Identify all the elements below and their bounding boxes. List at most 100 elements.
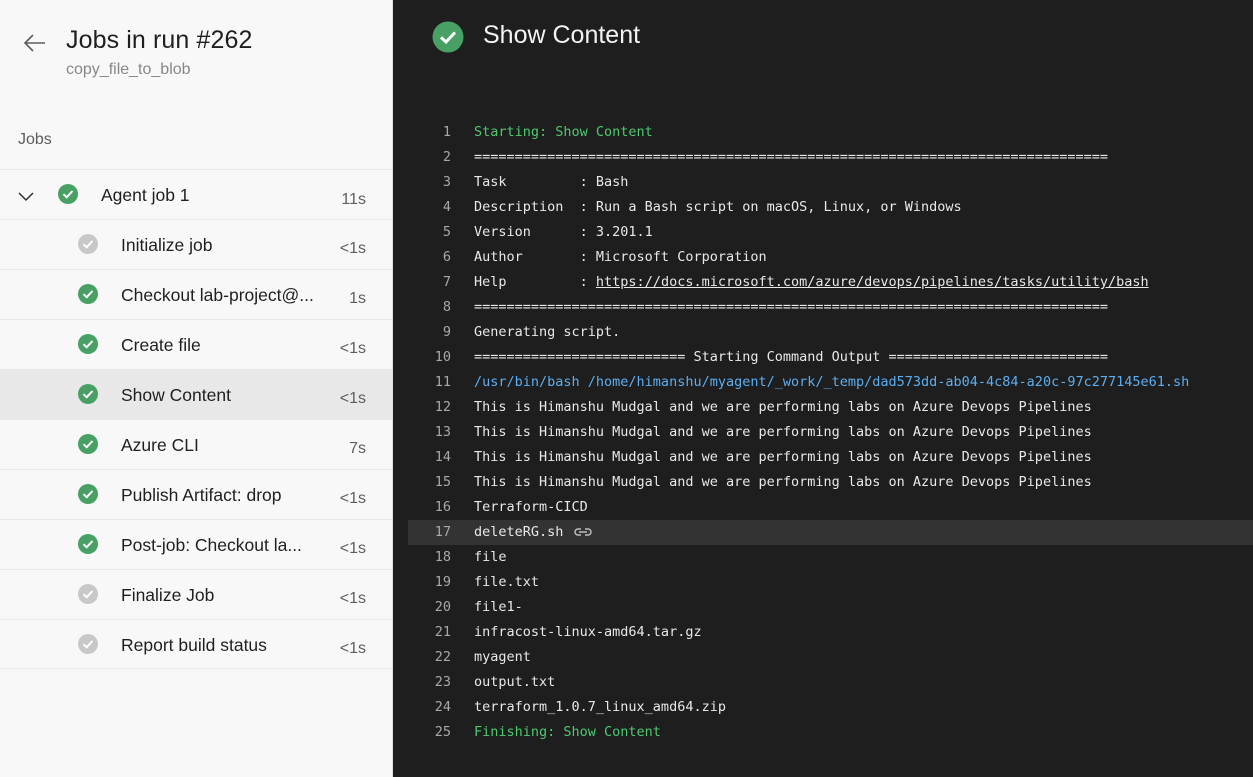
log-line: 3 Task : Bash (408, 170, 1253, 195)
page-title: Jobs in run #262 (66, 26, 253, 54)
log-text: ========================================… (474, 299, 1108, 315)
step-label: Post-job: Checkout la... (121, 535, 302, 555)
step-label: Publish Artifact: drop (121, 485, 282, 505)
log-text: Help : https://docs.microsoft.com/azure/… (474, 274, 1149, 290)
step-duration: <1s (339, 340, 366, 357)
line-number[interactable]: 18 (408, 545, 451, 570)
log-line: 1 Starting: Show Content (408, 120, 1253, 145)
step-duration: <1s (339, 240, 366, 257)
line-number[interactable]: 25 (408, 720, 451, 745)
jobs-list: Agent job 1 11s Initialize job <1s Checkou… (0, 169, 392, 669)
line-number[interactable]: 21 (408, 620, 451, 645)
line-number[interactable]: 1 (408, 120, 451, 145)
log-text: Generating script. (474, 324, 621, 340)
check-circle-icon (78, 534, 98, 554)
line-number[interactable]: 14 (408, 445, 451, 470)
check-circle-icon (78, 434, 98, 454)
step-label: Initialize job (121, 235, 213, 255)
log-text: Starting: Show Content (474, 124, 653, 140)
job-step[interactable]: Post-job: Checkout la... <1s (0, 519, 392, 569)
log-text: This is Himanshu Mudgal and we are perfo… (474, 474, 1092, 490)
job-step[interactable]: Publish Artifact: drop <1s (0, 469, 392, 519)
log-line: 7 Help : https://docs.microsoft.com/azure… (408, 270, 1253, 295)
log-line: 14 This is Himanshu Mudgal and we are per… (408, 445, 1253, 470)
step-duration: <1s (339, 390, 366, 407)
line-number[interactable]: 23 (408, 670, 451, 695)
jobs-section-label: Jobs (18, 131, 52, 148)
line-number[interactable]: 15 (408, 470, 451, 495)
line-number[interactable]: 22 (408, 645, 451, 670)
line-number[interactable]: 24 (408, 695, 451, 720)
log-text: Task : Bash (474, 174, 629, 190)
step-duration: 1s (349, 290, 366, 307)
line-number[interactable]: 16 (408, 495, 451, 520)
step-duration: <1s (339, 640, 366, 657)
jobs-panel: Jobs in run #262 copy_file_to_blob Jobs … (0, 0, 393, 777)
log-text: Version : 3.201.1 (474, 224, 653, 240)
line-number[interactable]: 4 (408, 195, 451, 220)
job-label: Agent job 1 (101, 185, 190, 205)
step-duration: <1s (339, 490, 366, 507)
check-circle-icon (78, 384, 98, 404)
log-line: 4 Description : Run a Bash script on macO… (408, 195, 1253, 220)
log-text: myagent (474, 649, 531, 665)
log-text: file.txt (474, 574, 540, 590)
help-link[interactable]: https://docs.microsoft.com/azure/devops/… (596, 274, 1149, 290)
link-icon[interactable] (573, 525, 593, 539)
line-number[interactable]: 9 (408, 320, 451, 345)
log-line: 18 file (408, 545, 1253, 570)
step-duration: <1s (339, 540, 366, 557)
check-circle-grey-icon (78, 234, 98, 254)
back-button[interactable] (18, 26, 52, 60)
line-number[interactable]: 7 (408, 270, 451, 295)
line-number[interactable]: 12 (408, 395, 451, 420)
log-line: 6 Author : Microsoft Corporation (408, 245, 1253, 270)
log-line: 10 ========================== Starting Co… (408, 345, 1253, 370)
job-step[interactable]: Report build status <1s (0, 619, 392, 669)
line-number[interactable]: 3 (408, 170, 451, 195)
job-duration: 11s (341, 191, 366, 208)
job-step[interactable]: Show Content <1s (0, 369, 392, 419)
log-text: This is Himanshu Mudgal and we are perfo… (474, 449, 1092, 465)
line-number[interactable]: 19 (408, 570, 451, 595)
log-line: 23 output.txt (408, 670, 1253, 695)
log-text: file (474, 549, 507, 565)
log-text: Terraform-CICD (474, 499, 588, 515)
job-step[interactable]: Finalize Job <1s (0, 569, 392, 619)
log-text: output.txt (474, 674, 556, 690)
log-panel: Show Content 1 Starting: Show Content 2 ===… (393, 0, 1253, 777)
line-number[interactable]: 5 (408, 220, 451, 245)
log-text: ========================================… (474, 149, 1108, 165)
log-line: 25 Finishing: Show Content (408, 720, 1253, 745)
log-output: 1 Starting: Show Content 2 ================… (408, 120, 1253, 745)
line-number[interactable]: 8 (408, 295, 451, 320)
log-line: 5 Version : 3.201.1 (408, 220, 1253, 245)
job-step[interactable]: Checkout lab-project@... 1s (0, 269, 392, 319)
step-duration: 7s (349, 440, 366, 457)
log-text: This is Himanshu Mudgal and we are perfo… (474, 424, 1092, 440)
step-duration: <1s (339, 590, 366, 607)
chevron-down-icon[interactable] (17, 187, 35, 205)
job-agent-job-1[interactable]: Agent job 1 11s (0, 169, 392, 219)
log-line: 11/usr/bin/bash /home/himanshu/myagent/_… (408, 370, 1253, 395)
job-step[interactable]: Create file <1s (0, 319, 392, 369)
line-number[interactable]: 17 (408, 520, 451, 545)
step-label: Finalize Job (121, 585, 215, 605)
log-text: Author : Microsoft Corporation (474, 249, 767, 265)
log-text: terraform_1.0.7_linux_amd64.zip (474, 699, 726, 715)
check-circle-grey-icon (78, 634, 98, 654)
line-number[interactable]: 10 (408, 345, 451, 370)
log-line: 13 This is Himanshu Mudgal and we are per… (408, 420, 1253, 445)
pipeline-name: copy_file_to_blob (66, 61, 191, 78)
line-number[interactable]: 11 (408, 370, 451, 395)
log-line: 17 deleteRG.sh (408, 520, 1253, 545)
line-number[interactable]: 6 (408, 245, 451, 270)
line-number[interactable]: 13 (408, 420, 451, 445)
step-label: Checkout lab-project@... (121, 285, 314, 305)
line-number[interactable]: 20 (408, 595, 451, 620)
log-line: 19 file.txt (408, 570, 1253, 595)
line-number[interactable]: 2 (408, 145, 451, 170)
job-step[interactable]: Azure CLI 7s (0, 419, 392, 469)
job-step[interactable]: Initialize job <1s (0, 219, 392, 269)
log-line: 16 Terraform-CICD (408, 495, 1253, 520)
